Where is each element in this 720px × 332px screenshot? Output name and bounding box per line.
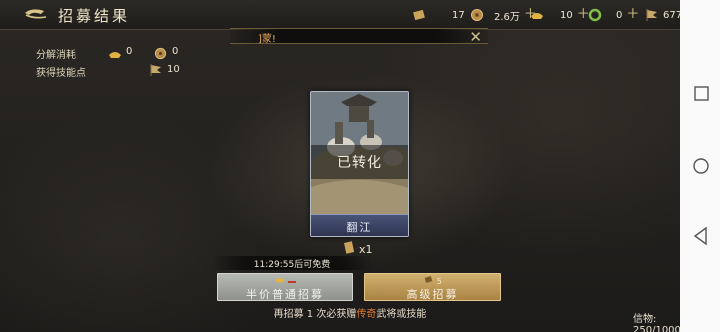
back-arrow-icon — [25, 9, 47, 19]
card-name-bar: 翻江 — [311, 214, 408, 236]
page-title: 招募结果 — [58, 7, 131, 25]
cost-strike — [288, 280, 297, 283]
decompose-copper-value: 0 — [172, 46, 179, 57]
senior-cost: 5 — [365, 275, 500, 286]
recruit-hint: 再招募 1 次必获赠传奇武将或技能 — [200, 306, 500, 324]
resource-order-scroll — [412, 7, 426, 23]
hero-name: 翻江 — [346, 221, 373, 234]
decompose-label: 分解消耗 — [36, 50, 76, 61]
top-bar: 招募结果 17 2.6万 ＋ 10 ＋ 0 ＋ 6775 — [0, 0, 705, 30]
hint-highlight: 传奇 — [356, 309, 377, 320]
scroll-icon — [343, 241, 355, 257]
resource-gold: 10 ＋ — [530, 7, 590, 23]
home-button[interactable] — [680, 154, 720, 178]
square-icon — [694, 86, 709, 101]
decompose-gold-value: 0 — [126, 46, 133, 57]
order-scroll-icon — [412, 8, 426, 22]
reward-count: x1 — [359, 242, 373, 256]
order-scroll-icon — [424, 276, 433, 283]
game-screen: 招募结果 17 2.6万 ＋ 10 ＋ 0 ＋ 6775]蒙! ✕ 分解消耗 … — [0, 0, 705, 332]
half-price-recruit-label: 半价普通招募 — [246, 288, 324, 301]
triangle-back-icon — [693, 226, 707, 246]
close-icon[interactable]: ✕ — [469, 28, 482, 46]
system-nav-bar — [680, 0, 720, 332]
hero-card[interactable]: 已转化 翻江 — [310, 91, 409, 237]
copper-coin-count: 2.6万 — [494, 11, 520, 23]
resource-jade: 0 ＋ — [588, 7, 639, 23]
back-nav-button[interactable] — [680, 224, 720, 248]
resource-copper: 2.6万 ＋ — [470, 7, 537, 23]
senior-cost-value: 5 — [436, 277, 442, 286]
reward-item: x1 — [343, 241, 373, 257]
notice-banner: ]蒙! ✕ — [230, 28, 488, 46]
hint-prefix: 再招募 1 次必获赠 — [273, 309, 357, 320]
recent-apps-button[interactable] — [680, 82, 720, 106]
token-counter: 信物: 250/1000 — [633, 314, 681, 332]
circle-icon — [693, 158, 709, 174]
normal-cost — [218, 275, 352, 286]
banner-text: ]蒙! — [258, 34, 276, 45]
back-button[interactable] — [22, 6, 48, 24]
free-timer-text: 11:29:55后可免费 — [253, 260, 331, 270]
order-scroll-count: 17 — [452, 9, 465, 21]
gold-ingot-count: 10 — [560, 9, 573, 21]
half-price-recruit-button[interactable]: 半价普通招募 — [217, 273, 353, 301]
skill-points-label: 获得技能点 — [36, 68, 86, 79]
resource-order-value: 17 — [452, 7, 465, 23]
senior-recruit-button[interactable]: 5 高级招募 — [364, 273, 501, 301]
gold-ingot-icon — [275, 278, 285, 283]
gold-ingot-icon — [530, 8, 544, 22]
hint-suffix: 武将或技能 — [376, 309, 427, 320]
senior-recruit-label: 高级招募 — [406, 288, 459, 301]
flag-icon — [148, 62, 164, 81]
add-jade-button[interactable]: ＋ — [626, 8, 639, 21]
card-status-text: 已转化 — [337, 155, 382, 171]
free-timer-bar: 11:29:55后可免费 — [212, 256, 372, 270]
jade-icon — [588, 8, 602, 22]
gold-ingot-icon — [108, 45, 122, 64]
skill-points-value: 10 — [167, 64, 180, 75]
copper-coin-icon — [470, 8, 484, 22]
flag-icon — [645, 8, 659, 22]
jade-count: 0 — [616, 9, 623, 21]
